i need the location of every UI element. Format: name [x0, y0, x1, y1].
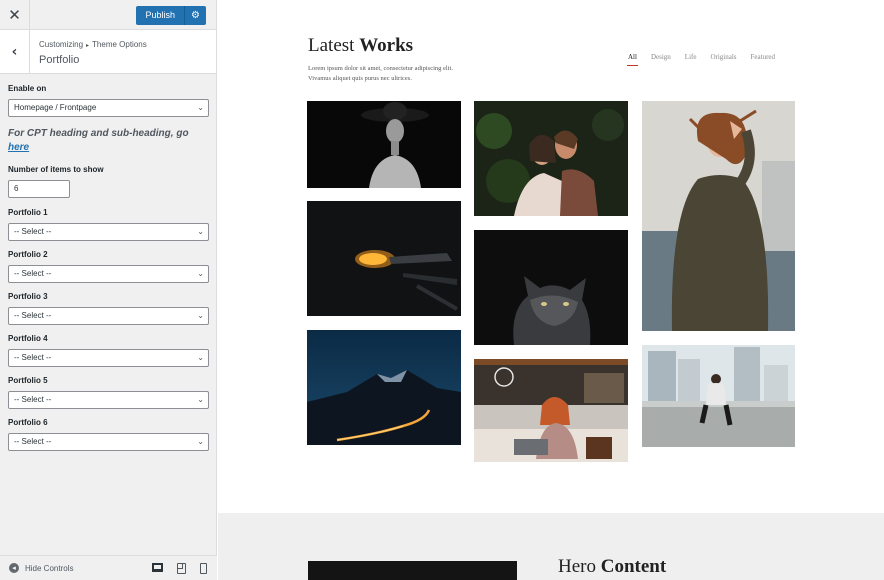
chevron-down-icon: ⌄	[197, 103, 204, 112]
portfolio-3-select[interactable]: -- Select -- ⌄	[8, 307, 209, 325]
section-header: ‹ Customizing ▸ Theme Options Portfolio	[0, 30, 216, 74]
hero-bold: Content	[600, 556, 667, 577]
portfolio-6-value: -- Select --	[14, 437, 52, 446]
chevron-down-icon: ⌄	[197, 227, 204, 236]
portfolio-3-value: -- Select --	[14, 311, 52, 320]
close-icon[interactable]: ✕	[0, 0, 30, 30]
latest-works-prefix: Latest	[308, 35, 355, 56]
hero-prefix: Hero	[558, 556, 596, 577]
collapse-icon: ◂	[9, 563, 19, 573]
woman-sweater-photo[interactable]	[642, 101, 795, 331]
cpt-note-link[interactable]: here	[8, 142, 29, 153]
enable-on-label: Enable on	[8, 84, 47, 93]
woman-in-hat-photo[interactable]	[307, 101, 461, 188]
filter-tab-design[interactable]: Design	[651, 53, 671, 61]
chevron-down-icon: ⌄	[197, 353, 204, 362]
site-preview: Latest Works Lorem ipsum dolor sit amet,…	[218, 0, 884, 580]
portfolio-5-select[interactable]: -- Select -- ⌄	[8, 391, 209, 409]
filter-tab-all[interactable]: All	[627, 53, 638, 66]
publish-button[interactable]: Publish	[136, 6, 184, 25]
city-rooftop-photo[interactable]	[642, 345, 795, 447]
breadcrumb-sub: Theme Options	[92, 40, 147, 49]
filter-tab-life[interactable]: Life	[685, 53, 697, 61]
portfolio-3-label: Portfolio 3	[8, 292, 48, 301]
latest-works-bold: Works	[359, 35, 414, 56]
portfolio-5-value: -- Select --	[14, 395, 52, 404]
customizer-footer: ◂ Hide Controls	[0, 555, 217, 580]
description-line-2: Vivamus aliquet quis purus nec ultrices.	[308, 75, 412, 82]
enable-on-select[interactable]: Homepage / Frontpage ⌄	[8, 99, 209, 117]
publish-group: Publish ⚙	[136, 6, 206, 25]
breadcrumb-root: Customizing	[39, 40, 84, 49]
portfolio-1-value: -- Select --	[14, 227, 52, 236]
customizer-topbar: ✕ Publish ⚙	[0, 0, 216, 30]
portfolio-6-select[interactable]: -- Select -- ⌄	[8, 433, 209, 451]
latest-works-heading: Latest Works	[308, 35, 413, 57]
portfolio-4-value: -- Select --	[14, 353, 52, 362]
items-count-label: Number of items to show	[8, 165, 104, 174]
device-switcher	[152, 562, 217, 574]
hide-controls-button[interactable]: ◂ Hide Controls	[0, 563, 73, 573]
controls-panel: Enable on Homepage / Frontpage ⌄ For CPT…	[0, 74, 216, 451]
portfolio-2-label: Portfolio 2	[8, 250, 48, 259]
cpt-note-text: For CPT heading and sub-heading, go	[8, 128, 189, 139]
cat-photo[interactable]	[474, 230, 628, 345]
portfolio-5-label: Portfolio 5	[8, 376, 48, 385]
chevron-down-icon: ⌄	[197, 437, 204, 446]
desktop-icon[interactable]	[152, 562, 163, 572]
hide-controls-label: Hide Controls	[25, 563, 74, 573]
portfolio-1-label: Portfolio 1	[8, 208, 48, 217]
cpt-note: For CPT heading and sub-heading, go here	[8, 127, 208, 155]
portfolio-2-value: -- Select --	[14, 269, 52, 278]
filter-tab-originals[interactable]: Originals	[710, 53, 736, 61]
description-line-1: Lorem ipsum dolor sit amet, consectetur …	[308, 65, 453, 72]
portfolio-select-list: Portfolio 1 -- Select -- ⌄ Portfolio 2 -- Se…	[8, 208, 209, 451]
breadcrumb: Customizing ▸ Theme Options	[39, 40, 147, 49]
portfolio-6-label: Portfolio 6	[8, 418, 48, 427]
chevron-down-icon: ⌄	[197, 269, 204, 278]
filter-tab-featured[interactable]: Featured	[751, 53, 776, 61]
items-count-input[interactable]: 6	[8, 180, 70, 198]
chevron-down-icon: ⌄	[197, 311, 204, 320]
section-title: Portfolio	[39, 54, 80, 66]
portfolio-1-select[interactable]: -- Select -- ⌄	[8, 223, 209, 241]
gear-icon[interactable]: ⚙	[184, 6, 206, 25]
enable-on-value: Homepage / Frontpage	[14, 103, 97, 112]
latest-works-description: Lorem ipsum dolor sit amet, consectetur …	[308, 64, 478, 84]
hero-image	[308, 561, 517, 580]
portfolio-2-select[interactable]: -- Select -- ⌄	[8, 265, 209, 283]
chevron-down-icon: ⌄	[197, 395, 204, 404]
portfolio-4-label: Portfolio 4	[8, 334, 48, 343]
glowing-ember-photo[interactable]	[307, 201, 461, 316]
breadcrumb-separator-icon: ▸	[86, 43, 90, 49]
mobile-icon[interactable]	[200, 562, 207, 574]
hero-heading: Hero Content	[558, 556, 666, 578]
back-icon[interactable]: ‹	[0, 30, 30, 74]
portfolio-4-select[interactable]: -- Select -- ⌄	[8, 349, 209, 367]
mountain-night-photo[interactable]	[307, 330, 461, 445]
portfolio-filters: All Design Life Originals Featured	[627, 53, 776, 66]
cafe-woman-photo[interactable]	[474, 359, 628, 462]
customizer-sidebar: ✕ Publish ⚙ ‹ Customizing ▸ Theme Options …	[0, 0, 217, 580]
tablet-icon[interactable]	[177, 562, 186, 574]
couple-photo[interactable]	[474, 101, 628, 216]
